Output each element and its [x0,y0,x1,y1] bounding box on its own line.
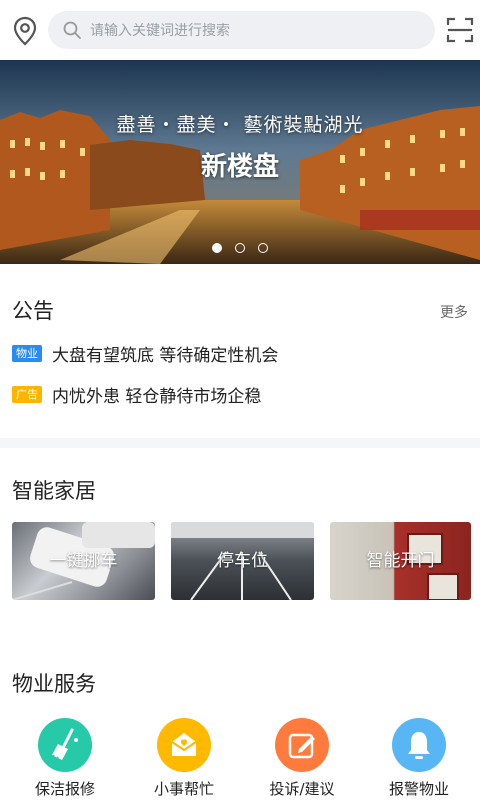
banner-subtitle: 新楼盘 [200,152,279,182]
search-input[interactable] [88,11,422,51]
carousel-dot[interactable] [235,243,245,253]
service-label: 保洁报修 [34,780,95,798]
announcement-tag: 广告 [12,385,42,403]
move-car-card[interactable]: 一键挪车 [12,522,155,600]
property-services-title: 物业服务 [12,672,96,696]
banner-title: 盡善・盡美・ 藝術裝點湖光 [116,114,364,136]
broom-icon [38,718,92,772]
envelope-icon [157,718,211,772]
announcement-item[interactable]: 广告 内忧外患 轻仓静待市场企稳 [12,383,262,407]
parking-space-card[interactable]: 停车位 [171,522,314,600]
top-bar [0,0,480,60]
search-icon [63,21,81,39]
search-box[interactable] [48,11,435,51]
service-cleaning-repair[interactable]: 保洁报修 [20,718,110,799]
banner-carousel[interactable]: 盡善・盡美・ 藝術裝點湖光 新楼盘 [0,60,480,264]
carousel-dot[interactable] [258,243,269,253]
carousel-dot[interactable] [211,243,222,253]
announcements-title: 公告 [12,299,54,323]
smart-home-title: 智能家居 [12,479,96,503]
announcement-text: 内忧外患 轻仓静待市场企稳 [52,386,262,407]
smart-door-card[interactable]: 智能开门 [330,522,471,600]
card-label: 智能开门 [366,551,435,571]
card-label: 一键挪车 [49,551,118,571]
bell-icon [392,718,446,772]
location-icon[interactable] [12,16,38,46]
carousel-indicators [0,238,480,257]
service-label: 小事帮忙 [153,780,214,798]
service-small-help[interactable]: 小事帮忙 [139,718,229,799]
service-label: 报警物业 [388,780,449,798]
section-divider [0,438,480,448]
service-complaint-suggestion[interactable]: 投诉/建议 [257,718,347,799]
more-link[interactable]: 更多 [440,302,468,322]
edit-icon [275,718,329,772]
announcement-text: 大盘有望筑底 等待确定性机会 [52,345,279,366]
announcement-tag: 物业 [12,344,42,362]
scan-icon[interactable] [446,16,474,44]
service-label: 投诉/建议 [269,780,335,798]
card-label: 停车位 [217,551,268,571]
service-alarm-property[interactable]: 报警物业 [374,718,464,799]
announcement-item[interactable]: 物业 大盘有望筑底 等待确定性机会 [12,342,279,366]
